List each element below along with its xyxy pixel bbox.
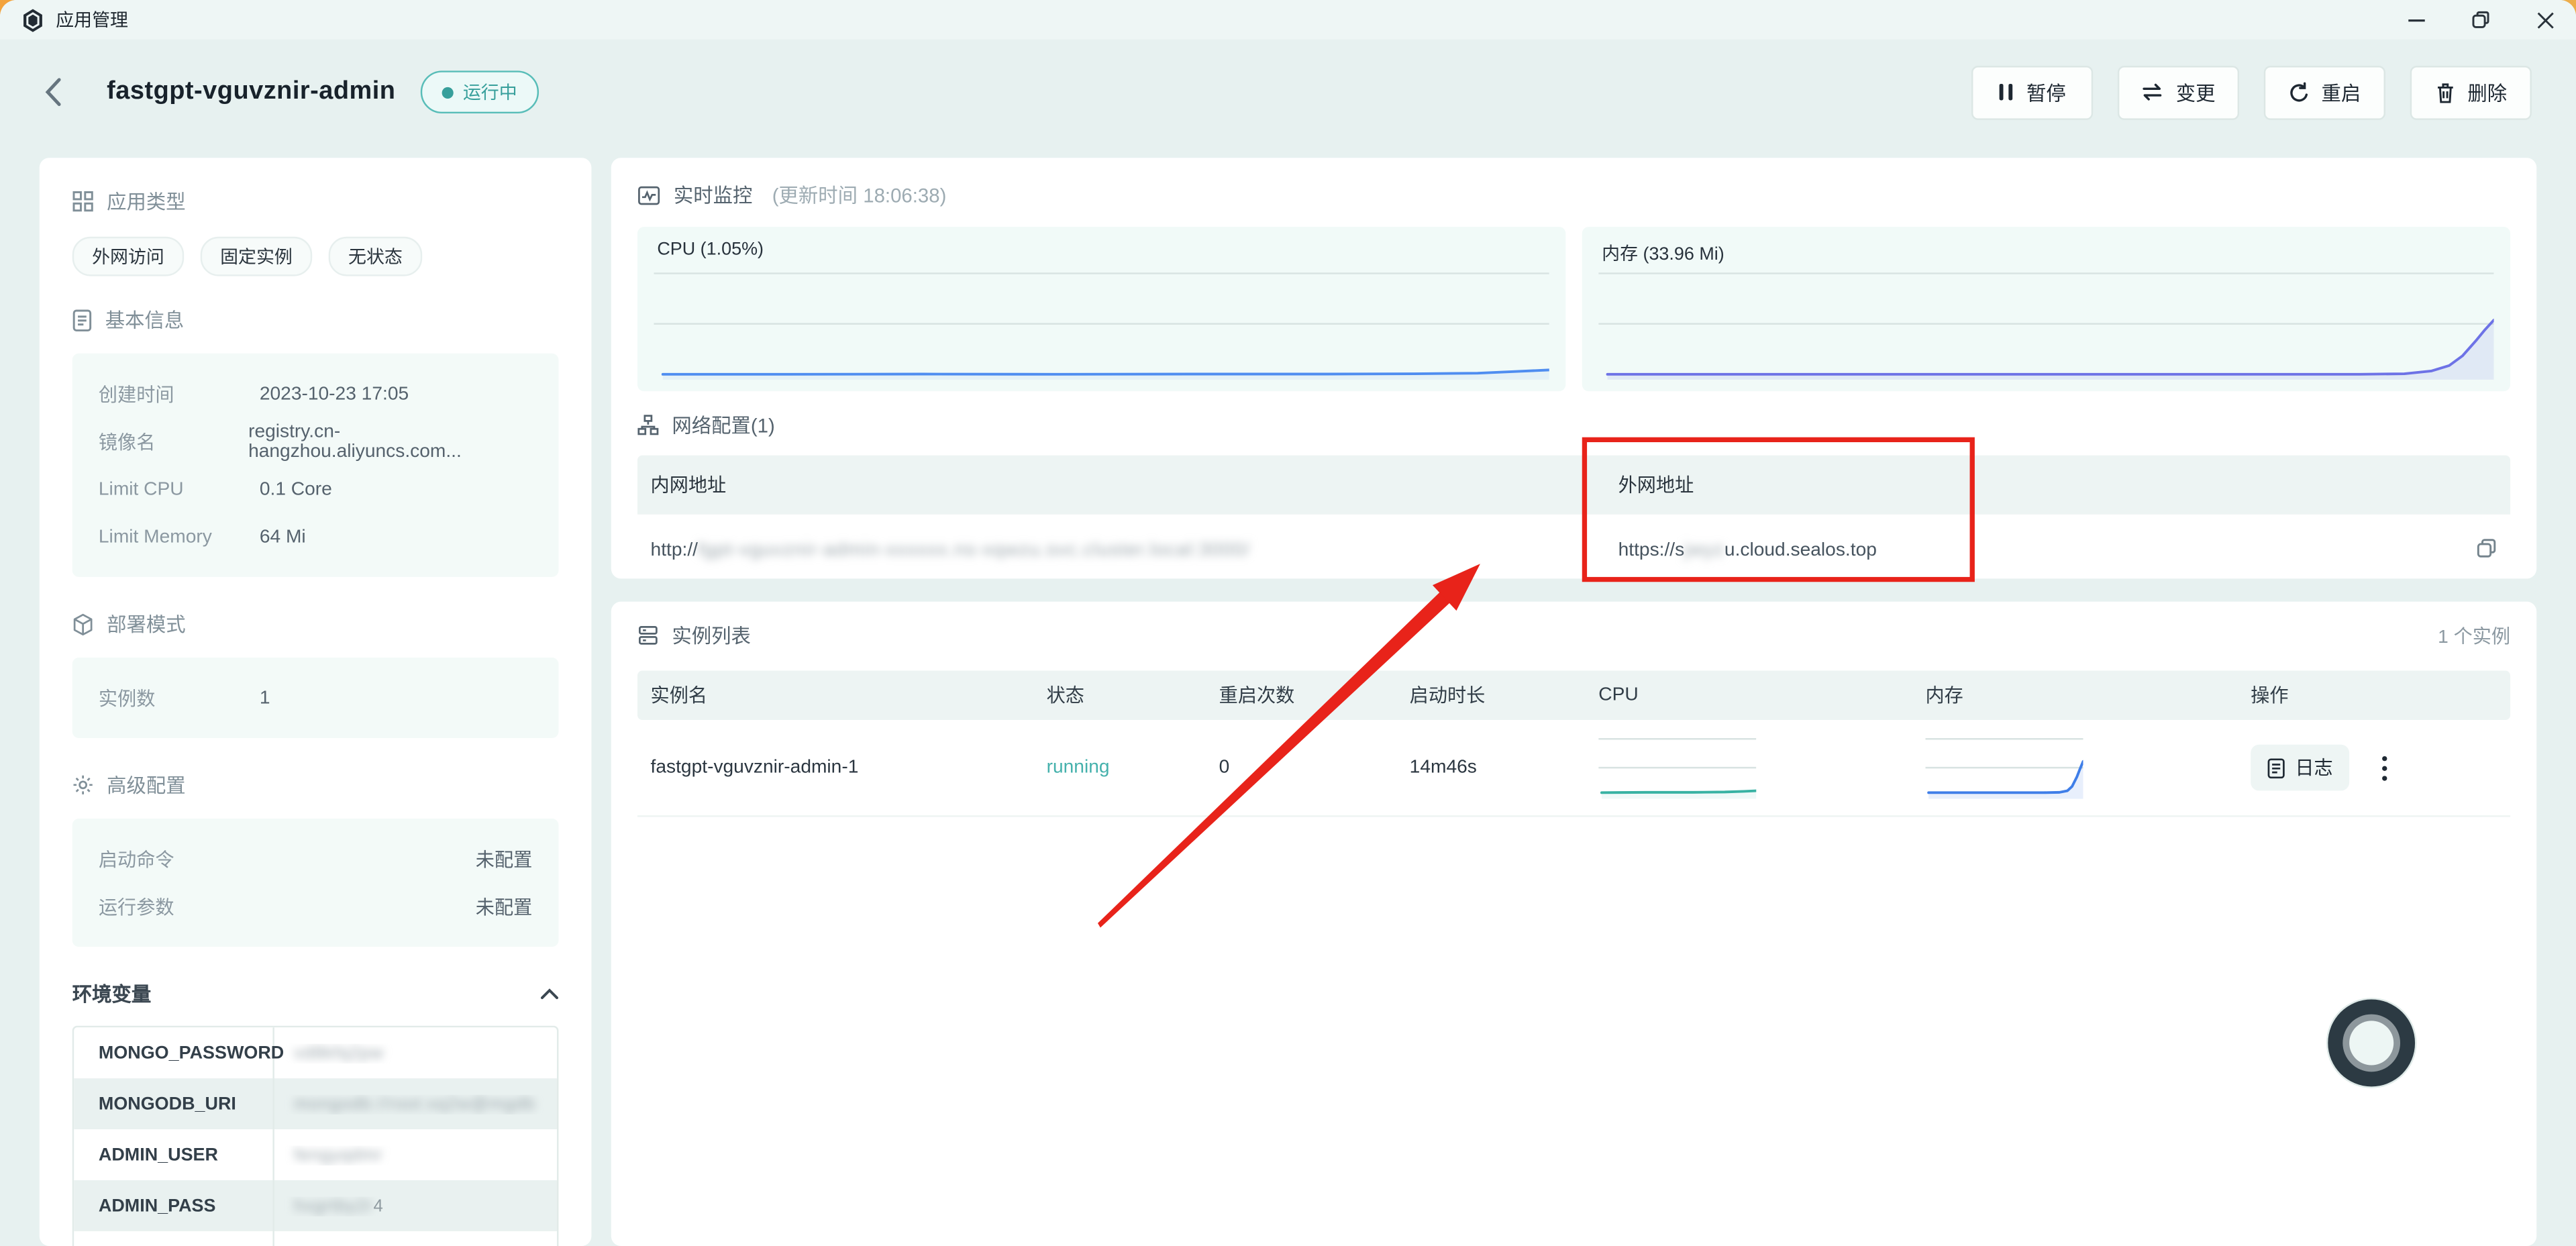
close-icon[interactable] xyxy=(2535,10,2555,30)
section-instance-list: 实例列表 1 个实例 xyxy=(637,621,2510,650)
instance-table-row: fastgpt-vguvznir-admin-1 running 0 14m46… xyxy=(637,720,2510,817)
instance-uptime: 14m46s xyxy=(1410,758,1599,777)
restart-icon xyxy=(2288,81,2310,103)
memory-chart-panel: 内存 (33.96 Mi) xyxy=(1582,227,2510,391)
network-icon xyxy=(637,414,659,435)
section-realtime-monitor: 实时监控 (更新时间 18:06:38) xyxy=(637,180,2510,209)
network-table-row: http://fgpt-vguvznir-admin-xxxxxx.ns-xqw… xyxy=(637,515,2510,587)
instance-restarts: 0 xyxy=(1219,758,1410,777)
monitor-icon xyxy=(637,185,660,205)
copy-icon[interactable] xyxy=(2476,537,2497,559)
env-row: ADMIN_PASShxgrtby2r4 xyxy=(74,1180,557,1231)
env-row: ADMIN_SECRETszcwl xyxy=(74,1231,557,1246)
memory-line-chart xyxy=(1598,271,2493,380)
status-badge-label: 运行中 xyxy=(463,79,517,105)
env-row: MONGODB_URImongodb://root:xq2w@mgdb xyxy=(74,1078,557,1129)
app-window: 应用管理 fastgpt-vguvznir-admin 运行中 xyxy=(0,0,2576,1246)
col-external-address: 外网地址 xyxy=(1618,472,2497,498)
restore-icon[interactable] xyxy=(2471,10,2490,30)
cpu-chart-label: CPU (1.05%) xyxy=(657,240,1546,260)
list-icon xyxy=(637,625,659,646)
pause-button[interactable]: 暂停 xyxy=(1971,65,2093,119)
internal-address: http://fgpt-vguvznir-admin-xxxxxx.ns-xqw… xyxy=(651,541,1618,560)
info-row: 创建时间2023-10-23 17:05 xyxy=(99,370,532,417)
pause-icon xyxy=(1998,82,2014,101)
tag-external-access: 外网访问 xyxy=(72,237,184,276)
monitor-network-card: 实时监控 (更新时间 18:06:38) CPU (1.05%) 内存 (33.… xyxy=(611,158,2536,578)
app-logo-icon xyxy=(21,7,44,32)
env-row: ADMIN_USERfengyqdmr xyxy=(74,1129,557,1180)
change-icon xyxy=(2141,82,2164,101)
window-title: 应用管理 xyxy=(56,7,128,33)
click-indicator xyxy=(2328,1000,2415,1087)
gear-icon xyxy=(72,774,94,796)
app-detail-sidebar: 应用类型 外网访问 固定实例 无状态 基本信息 创建时间2023-10-23 1… xyxy=(40,158,592,1246)
info-row: 运行参数未配置 xyxy=(99,883,532,931)
minimize-icon[interactable] xyxy=(2407,10,2426,30)
change-button[interactable]: 变更 xyxy=(2118,65,2239,119)
log-button[interactable]: 日志 xyxy=(2251,745,2349,791)
info-row: 镜像名registry.cn-hangzhou.aliyuncs.com... xyxy=(99,417,532,465)
env-row: MONGO_PASSWORDvd8kfq2pw xyxy=(74,1027,557,1078)
delete-button[interactable]: 删除 xyxy=(2410,65,2532,119)
cpu-chart-panel: CPU (1.05%) xyxy=(637,227,1565,391)
status-dot-icon xyxy=(442,87,453,98)
instance-table-header: 实例名 状态 重启次数 启动时长 CPU 内存 操作 xyxy=(637,671,2510,720)
instance-memory-chart xyxy=(1925,733,2083,802)
chevron-up-icon[interactable] xyxy=(541,988,559,999)
section-network-config: 网络配置(1) xyxy=(637,411,2510,439)
instance-count: 1 个实例 xyxy=(2438,622,2510,648)
section-advanced-config: 高级配置 xyxy=(72,771,559,799)
external-address: https://sjwyzu.cloud.sealos.top xyxy=(1618,541,2497,560)
section-basic-info: 基本信息 xyxy=(72,306,559,334)
cpu-line-chart xyxy=(654,271,1549,380)
doc-icon xyxy=(72,308,92,331)
instance-cpu-chart xyxy=(1598,733,1756,802)
env-vars-table: MONGO_PASSWORDvd8kfq2pw MONGODB_URImongo… xyxy=(72,1026,559,1246)
instance-list-card: 实例列表 1 个实例 实例名 状态 重启次数 启动时长 CPU 内存 操作 fa… xyxy=(611,602,2536,1246)
page-title: fastgpt-vguvznir-admin xyxy=(107,77,395,107)
window-titlebar: 应用管理 xyxy=(0,0,2576,40)
instance-name: fastgpt-vguvznir-admin-1 xyxy=(651,758,1047,777)
info-row: Limit CPU0.1 Core xyxy=(99,465,532,513)
section-deploy-mode: 部署模式 xyxy=(72,610,559,638)
delete-icon xyxy=(2434,81,2456,103)
env-vars-header[interactable]: 环境变量 xyxy=(72,980,559,1008)
col-internal-address: 内网地址 xyxy=(651,472,1618,498)
info-row: 启动命令未配置 xyxy=(99,835,532,883)
info-row: Limit Memory64 Mi xyxy=(99,513,532,560)
section-app-type: 应用类型 xyxy=(72,187,559,215)
instance-status: running xyxy=(1047,758,1219,777)
info-row: 实例数1 xyxy=(99,674,532,721)
network-table-header: 内网地址 外网地址 xyxy=(637,456,2510,515)
log-icon xyxy=(2267,757,2285,778)
tag-fixed-instance: 固定实例 xyxy=(201,237,312,276)
page-header: fastgpt-vguvznir-admin 运行中 暂停 变更 重启 删除 xyxy=(0,40,2576,145)
grid-icon xyxy=(72,191,94,212)
memory-chart-label: 内存 (33.96 Mi) xyxy=(1602,240,2491,266)
back-icon[interactable] xyxy=(44,77,62,107)
restart-button[interactable]: 重启 xyxy=(2264,65,2385,119)
monitor-update-time: (更新时间 18:06:38) xyxy=(772,180,947,209)
kebab-menu-icon[interactable] xyxy=(2375,749,2393,786)
tag-stateless: 无状态 xyxy=(329,237,423,276)
cube-icon xyxy=(72,613,94,635)
status-badge: 运行中 xyxy=(420,70,538,113)
